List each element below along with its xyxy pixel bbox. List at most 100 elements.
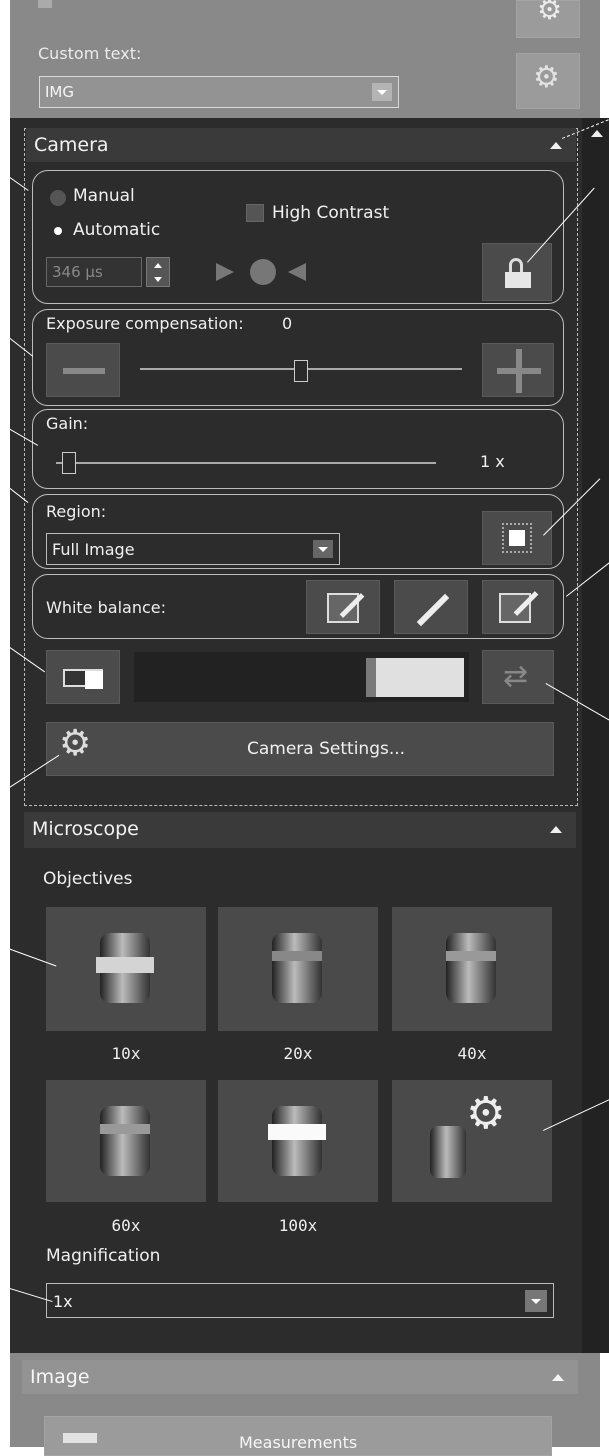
objective-10x-button[interactable] — [46, 907, 206, 1031]
exposure-time-input[interactable]: 346 μs — [46, 257, 142, 287]
exposure-time-value: 346 μs — [52, 263, 103, 281]
exposure-compensation-label: Exposure compensation: — [46, 314, 244, 333]
collapse-arrow-icon — [552, 1374, 564, 1381]
automatic-radio[interactable] — [50, 223, 66, 239]
objective-settings-button[interactable]: ⚙ — [392, 1080, 552, 1202]
region-focus-icon — [509, 530, 525, 546]
collapse-arrow-icon — [550, 826, 562, 833]
refresh-button[interactable]: ⇄ — [482, 650, 554, 704]
exposure-minus-button[interactable] — [46, 343, 120, 397]
region-select-button[interactable] — [482, 511, 552, 565]
magnification-label: Magnification — [46, 1246, 160, 1266]
gain-label: Gain: — [46, 414, 88, 433]
image-panel: Image Measurements — [10, 1353, 600, 1447]
lock-exposure-button[interactable] — [482, 243, 552, 301]
open-folder-settings-button[interactable]: ⚙ — [516, 53, 580, 109]
slider-track — [56, 462, 436, 464]
circle-icon — [250, 259, 276, 285]
objective-lens-icon — [446, 933, 496, 1003]
custom-text-label: Custom text: — [38, 44, 141, 63]
checkbox-partial[interactable] — [38, 0, 52, 8]
settings-top-button[interactable]: ⚙ — [516, 0, 580, 38]
toggle-icon — [63, 669, 103, 687]
stepper-down-icon — [154, 277, 162, 282]
white-balance-label: White balance: — [46, 598, 166, 617]
chevron-down-icon — [377, 90, 387, 95]
measurements-label: Measurements — [239, 1433, 357, 1452]
gear-icon: ⚙ — [466, 1088, 505, 1139]
chevron-down-icon — [531, 1299, 541, 1304]
ruler-icon — [63, 1433, 97, 1443]
objective-40x-label: 40x — [392, 1044, 552, 1063]
live-toggle-button[interactable] — [46, 650, 120, 704]
white-balance-auto-button[interactable] — [306, 580, 380, 634]
folder-gear-icon: ⚙ — [533, 60, 560, 95]
exposure-indicator — [216, 258, 312, 286]
objective-20x-label: 20x — [218, 1044, 378, 1063]
camera-header[interactable]: Camera — [26, 128, 576, 162]
chevron-down-icon — [318, 547, 328, 552]
objective-10x-label: 10x — [46, 1044, 206, 1063]
objectives-label: Objectives — [43, 869, 132, 889]
camera-gear-icon: ⚙ — [59, 723, 91, 764]
high-contrast-label: High Contrast — [272, 203, 389, 223]
gear-icon: ⚙ — [537, 0, 562, 26]
exposure-compensation-value: 0 — [282, 314, 292, 333]
collapse-arrow-icon — [550, 142, 562, 149]
exposure-plus-button[interactable] — [482, 343, 554, 397]
region-value: Full Image — [52, 540, 135, 559]
objective-20x-button[interactable] — [218, 907, 378, 1031]
microscope-title: Microscope — [32, 818, 139, 840]
manual-label: Manual — [73, 186, 135, 206]
intensity-marker — [366, 658, 376, 697]
image-header[interactable]: Image — [22, 1360, 578, 1394]
microscope-header[interactable]: Microscope — [24, 812, 576, 848]
white-balance-reset-button[interactable] — [482, 580, 554, 634]
intensity-bar — [134, 652, 469, 702]
play-left-icon — [288, 263, 306, 281]
objective-lens-icon — [272, 1106, 322, 1176]
objective-lens-icon — [430, 1126, 466, 1178]
intensity-fill — [376, 658, 464, 697]
automatic-label: Automatic — [73, 220, 160, 240]
slider-thumb[interactable] — [294, 360, 308, 382]
minus-icon — [63, 368, 105, 374]
camera-settings-label: Camera Settings... — [247, 739, 405, 759]
scrollbar-track[interactable] — [582, 118, 609, 1353]
objective-100x-label: 100x — [218, 1216, 378, 1235]
objective-40x-button[interactable] — [392, 907, 552, 1031]
eyedropper-icon — [417, 594, 450, 627]
custom-text-value: IMG — [45, 83, 74, 101]
image-title: Image — [30, 1366, 90, 1388]
eyedropper-stack-icon — [499, 593, 531, 623]
gain-group — [32, 409, 564, 489]
play-right-icon — [216, 263, 234, 281]
region-dropdown[interactable]: Full Image — [46, 533, 340, 565]
gain-slider[interactable] — [56, 452, 436, 474]
white-balance-pick-button[interactable] — [394, 580, 468, 634]
scroll-up-arrow[interactable] — [591, 130, 603, 137]
eyedropper-frame-icon — [327, 593, 359, 623]
measurements-button[interactable]: Measurements — [44, 1416, 552, 1456]
exposure-slider[interactable] — [140, 360, 462, 380]
objective-60x-button[interactable] — [46, 1080, 206, 1202]
magnification-dropdown[interactable]: 1x — [46, 1283, 554, 1318]
custom-text-dropdown[interactable]: IMG — [39, 76, 399, 108]
top-section: Custom text: IMG ⚙ ⚙ — [10, 0, 600, 118]
exposure-stepper[interactable] — [146, 257, 170, 287]
stepper-up-icon — [154, 263, 162, 268]
radio-dot — [54, 227, 62, 235]
region-label: Region: — [46, 502, 106, 521]
refresh-icon: ⇄ — [503, 659, 528, 694]
objective-100x-button[interactable] — [218, 1080, 378, 1202]
slider-thumb[interactable] — [62, 452, 76, 474]
objective-60x-label: 60x — [46, 1216, 206, 1235]
camera-settings-button[interactable]: ⚙ Camera Settings... — [46, 722, 554, 776]
high-contrast-checkbox[interactable] — [246, 204, 264, 222]
gain-value: 1 x — [480, 452, 505, 471]
objective-lens-icon — [272, 933, 322, 1003]
camera-title: Camera — [34, 134, 109, 156]
manual-radio[interactable] — [50, 190, 66, 206]
magnification-value: 1x — [53, 1292, 73, 1311]
objective-lens-icon — [100, 1106, 150, 1176]
